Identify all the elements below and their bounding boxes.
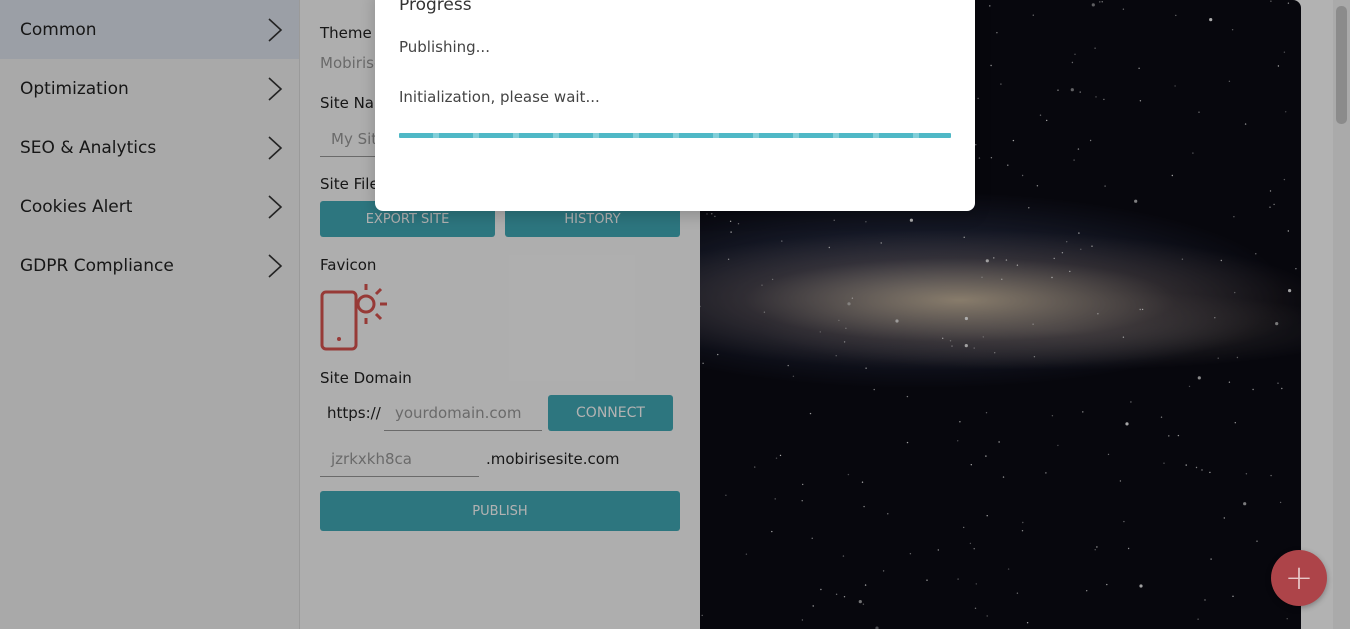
progress-dialog: Progress Publishing... Initialization, p… bbox=[375, 0, 975, 211]
progress-bar bbox=[399, 133, 951, 138]
dialog-subtitle: Publishing... bbox=[399, 38, 490, 56]
dialog-title: Progress bbox=[399, 0, 472, 15]
add-button[interactable]: + bbox=[1271, 550, 1327, 606]
dialog-status: Initialization, please wait... bbox=[399, 88, 600, 106]
plus-icon: + bbox=[1284, 558, 1314, 598]
